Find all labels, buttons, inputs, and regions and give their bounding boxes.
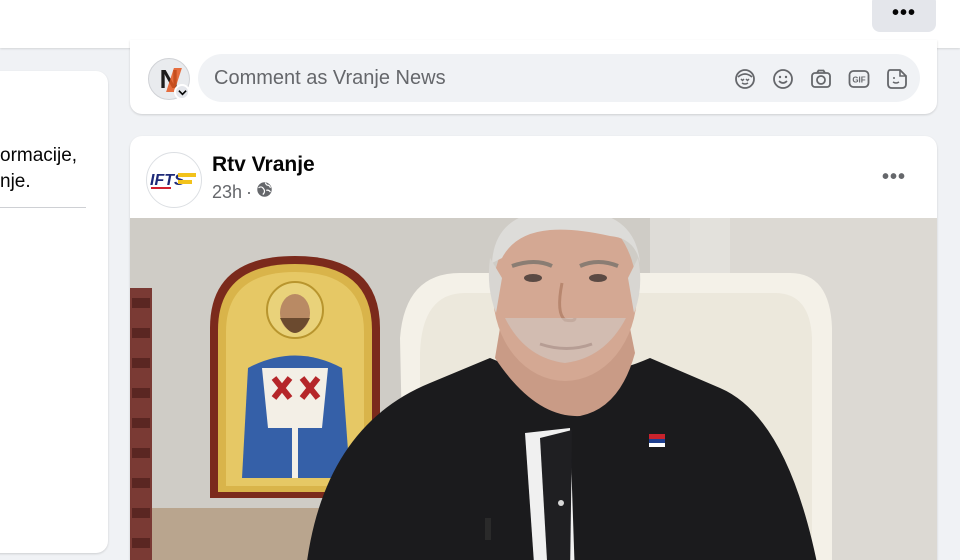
comment-input[interactable]: Comment as Vranje News GIF [198, 54, 920, 102]
rtv-logo-icon: IFTS [150, 172, 196, 189]
post-time[interactable]: 23h [212, 182, 242, 203]
comment-placeholder: Comment as Vranje News [214, 67, 446, 89]
page-avatar[interactable]: IFTS [146, 152, 202, 208]
comment-composer: N Comment as Vranje News GIF [130, 40, 937, 114]
avatar-sticker-icon[interactable] [732, 66, 758, 92]
post-video-thumbnail[interactable] [130, 218, 937, 560]
interview-photo [130, 218, 937, 560]
post-author[interactable]: Rtv Vranje [212, 153, 315, 177]
left-info-card: ormacije, nje. [0, 71, 108, 553]
globe-icon [256, 181, 273, 203]
meta-separator: · [246, 181, 253, 202]
left-card-line-2: nje. [0, 171, 31, 192]
divider [0, 207, 86, 208]
post-card: IFTS Rtv Vranje 23h · ••• [130, 136, 937, 560]
gif-icon[interactable]: GIF [846, 66, 872, 92]
left-card-line-1: ormacije, [0, 145, 78, 166]
left-card-text: ormacije, nje. [0, 143, 77, 195]
post-meta: 23h · [212, 181, 273, 203]
camera-icon[interactable] [808, 66, 834, 92]
post-options-button[interactable]: ••• [874, 162, 914, 192]
chevron-down-icon[interactable] [174, 84, 190, 100]
sticker-icon[interactable] [884, 66, 910, 92]
emoji-icon[interactable] [770, 66, 796, 92]
svg-text:GIF: GIF [852, 76, 865, 85]
more-options-button[interactable]: ••• [872, 0, 936, 32]
